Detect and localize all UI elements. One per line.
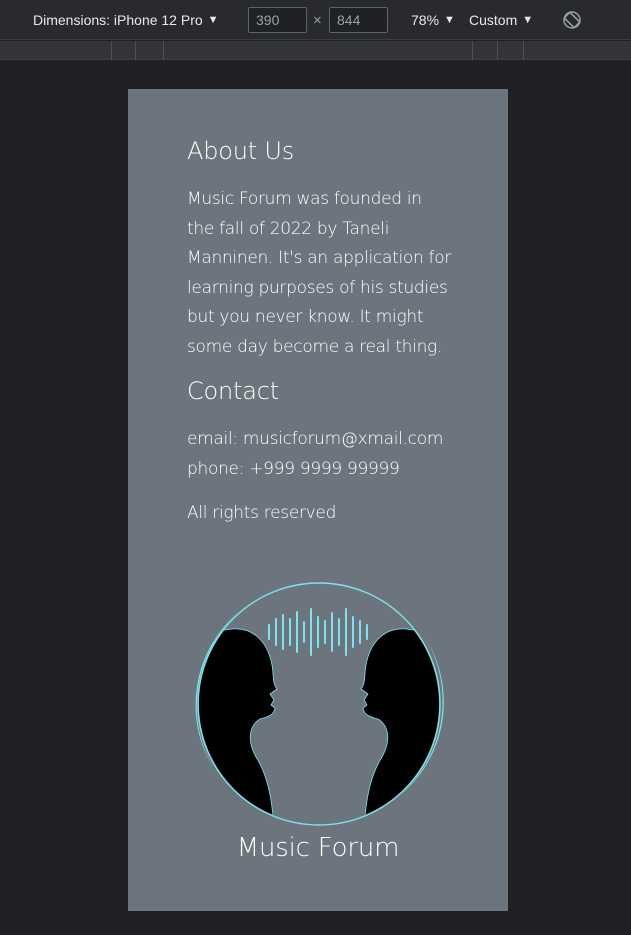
chevron-down-icon: ▼	[207, 14, 219, 26]
width-input[interactable]	[248, 7, 307, 33]
ruler-divider	[135, 41, 136, 60]
height-input[interactable]	[329, 7, 388, 33]
times-icon: ×	[313, 12, 322, 29]
about-line: Music Forum was founded in	[187, 189, 422, 209]
device-label: Dimensions: iPhone 12 Pro	[33, 12, 203, 28]
media-query-bar[interactable]	[0, 41, 631, 60]
about-line: the fall of 2022 by Taneli	[187, 218, 390, 239]
about-line: learning purposes of his studies	[187, 277, 448, 298]
about-heading: About Us	[187, 137, 295, 165]
brand-name: Music Forum	[236, 833, 400, 863]
zoom-dropdown[interactable]: 78% ▼	[411, 0, 455, 40]
rotate-icon[interactable]	[561, 9, 583, 31]
throttle-label: Custom	[469, 12, 518, 28]
ruler-divider	[523, 41, 524, 60]
chevron-down-icon: ▼	[522, 14, 534, 26]
ruler-divider	[497, 41, 498, 60]
contact-heading: Contact	[187, 377, 279, 405]
about-line: some day become a real thing.	[187, 336, 443, 357]
ruler-divider	[163, 41, 164, 60]
device-toolbar: Dimensions: iPhone 12 Pro ▼ × 78% ▼ Cust…	[0, 0, 631, 40]
ruler-divider	[472, 41, 473, 60]
music-forum-logo	[195, 582, 444, 826]
device-dropdown[interactable]: Dimensions: iPhone 12 Pro ▼	[33, 0, 219, 40]
ruler-divider	[111, 41, 112, 60]
sound-wave-icon	[268, 608, 368, 656]
contact-details: email: musicforum@xmail.com phone: +999 …	[187, 425, 443, 484]
device-viewport: About Us Music Forum was founded in the …	[128, 89, 508, 911]
chevron-down-icon: ▼	[444, 14, 455, 26]
email-text: email: musicforum@xmail.com	[187, 429, 444, 449]
rights-text: All rights reserved	[187, 503, 337, 523]
zoom-label: 78%	[411, 12, 440, 28]
about-line: but you never know. It might	[187, 307, 424, 327]
throttle-dropdown[interactable]: Custom ▼	[469, 0, 533, 40]
about-line: Manninen. It's an application for	[187, 248, 452, 268]
phone-text: phone: +999 9999 99999	[187, 458, 400, 479]
about-paragraph: Music Forum was founded in the fall of 2…	[187, 185, 451, 362]
